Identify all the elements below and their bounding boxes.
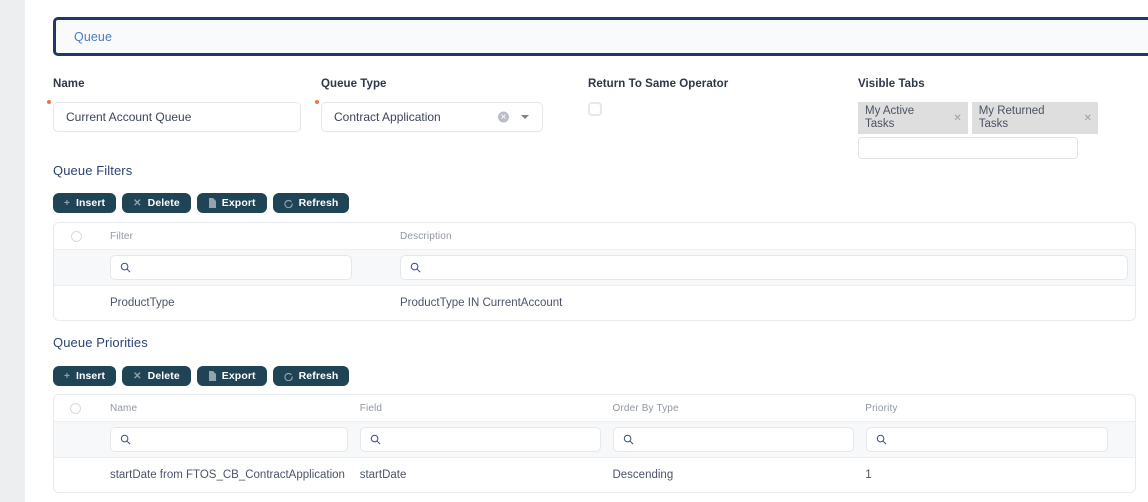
return-to-same-operator-checkbox[interactable] [588, 102, 602, 116]
queue-filters-toolbar: + Insert ✕ Delete Export Refresh [53, 193, 349, 213]
filter-cell-filter [98, 255, 388, 280]
search-icon [623, 434, 634, 445]
export-button[interactable]: Export [197, 193, 267, 213]
table-row[interactable]: ProductType ProductType IN CurrentAccoun… [54, 286, 1135, 320]
plus-icon: + [64, 198, 70, 209]
cell-description: ProductType IN CurrentAccount [388, 297, 1128, 309]
search-input-priority[interactable] [866, 427, 1108, 452]
delete-button-label: Delete [148, 370, 180, 382]
close-icon: ✕ [133, 371, 141, 382]
table-filter-row [54, 249, 1135, 286]
column-header-priority[interactable]: Priority [853, 403, 1135, 414]
cell-filter: ProductType [98, 297, 388, 309]
delete-button[interactable]: ✕ Delete [122, 366, 191, 386]
cell-field: startDate [348, 469, 601, 481]
column-header-filter[interactable]: Filter [98, 231, 388, 242]
column-header-name[interactable]: Name [98, 403, 348, 414]
chevron-down-icon[interactable] [521, 115, 529, 119]
search-icon [410, 262, 421, 273]
chip-label: My Returned Tasks [979, 105, 1077, 131]
refresh-button[interactable]: Refresh [273, 193, 350, 213]
filter-cell-order-by-type [601, 427, 854, 452]
required-indicator-name [47, 100, 51, 104]
search-input-order-by-type[interactable] [613, 427, 854, 452]
queue-priorities-toolbar: + Insert ✕ Delete Export Refresh [53, 366, 349, 386]
search-icon [120, 262, 131, 273]
column-header-order-by-type[interactable]: Order By Type [600, 403, 853, 414]
queue-filters-table: Filter Description [53, 222, 1136, 321]
delete-button-label: Delete [148, 197, 180, 209]
refresh-icon [284, 199, 293, 208]
cell-priority: 1 [853, 469, 1135, 481]
refresh-button-label: Refresh [299, 197, 339, 209]
column-header-field[interactable]: Field [348, 403, 601, 414]
refresh-button[interactable]: Refresh [273, 366, 350, 386]
filter-cell-description [388, 255, 1128, 280]
section-title-queue-priorities: Queue Priorities [53, 335, 148, 350]
search-input-description[interactable] [400, 255, 1128, 280]
content-canvas: Queue Name Current Account Queue Queue T… [25, 0, 1148, 502]
search-icon [876, 434, 887, 445]
table-row[interactable]: startDate from FTOS_CB_ContractApplicati… [54, 458, 1135, 492]
chip-item[interactable]: My Active Tasks ✕ [858, 102, 968, 134]
export-button-label: Export [222, 197, 256, 209]
label-queue-type: Queue Type [321, 78, 543, 90]
select-all-checkbox[interactable] [71, 231, 82, 242]
document-icon [208, 371, 216, 381]
field-return-to-same-operator: Return To Same Operator [588, 78, 818, 116]
export-button-label: Export [222, 370, 256, 382]
insert-button-label: Insert [76, 370, 105, 382]
search-input-filter[interactable] [110, 255, 352, 280]
label-visible-tabs: Visible Tabs [858, 78, 1098, 90]
column-header-description[interactable]: Description [388, 231, 1128, 242]
queue-type-select[interactable]: Contract Application ✕ [321, 102, 543, 132]
plus-icon: + [64, 371, 70, 382]
table-header-row: Filter Description [54, 223, 1135, 249]
close-icon[interactable]: ✕ [1084, 112, 1092, 125]
queue-type-value: Contract Application [334, 110, 441, 124]
queue-configuration-page: Queue Name Current Account Queue Queue T… [0, 0, 1148, 502]
refresh-icon [284, 372, 293, 381]
export-button[interactable]: Export [197, 366, 267, 386]
document-icon [208, 198, 216, 208]
queue-priorities-table: Name Field Order By Type Priority [53, 394, 1136, 493]
close-icon: ✕ [133, 198, 141, 209]
insert-button-label: Insert [76, 197, 105, 209]
label-return-to-same-operator: Return To Same Operator [588, 78, 818, 90]
filter-cell-priority [854, 427, 1135, 452]
name-input[interactable]: Current Account Queue [53, 102, 301, 132]
required-indicator-queue-type [315, 100, 319, 104]
clear-circle-icon[interactable]: ✕ [498, 112, 509, 123]
search-icon [370, 434, 381, 445]
search-input-name[interactable] [110, 427, 348, 452]
field-visible-tabs: Visible Tabs My Active Tasks ✕ My Return… [858, 78, 1098, 159]
tab-queue[interactable]: Queue [74, 30, 112, 44]
close-icon[interactable]: ✕ [953, 112, 961, 125]
select-all-cell[interactable] [54, 403, 98, 414]
filter-cell-field [348, 427, 601, 452]
select-all-cell[interactable] [54, 231, 98, 242]
cell-order-by-type: Descending [600, 469, 853, 481]
table-filter-row [54, 421, 1135, 458]
visible-tabs-input[interactable] [858, 137, 1078, 159]
table-header-row: Name Field Order By Type Priority [54, 395, 1135, 421]
visible-tabs-chip-list: My Active Tasks ✕ My Returned Tasks ✕ [858, 102, 1098, 134]
section-title-queue-filters: Queue Filters [53, 163, 132, 178]
delete-button[interactable]: ✕ Delete [122, 193, 191, 213]
search-icon [120, 434, 131, 445]
search-input-field[interactable] [360, 427, 601, 452]
chip-label: My Active Tasks [865, 105, 946, 131]
label-name: Name [53, 78, 301, 90]
insert-button[interactable]: + Insert [53, 193, 116, 213]
chip-item[interactable]: My Returned Tasks ✕ [972, 102, 1098, 134]
refresh-button-label: Refresh [299, 370, 339, 382]
cell-name: startDate from FTOS_CB_ContractApplicati… [98, 469, 348, 481]
field-queue-type: Queue Type Contract Application ✕ [321, 78, 543, 132]
field-name: Name Current Account Queue [53, 78, 301, 132]
page-header-tabbar: Queue [53, 17, 1148, 56]
select-all-checkbox[interactable] [70, 403, 81, 414]
insert-button[interactable]: + Insert [53, 366, 116, 386]
filter-cell-name [98, 427, 348, 452]
